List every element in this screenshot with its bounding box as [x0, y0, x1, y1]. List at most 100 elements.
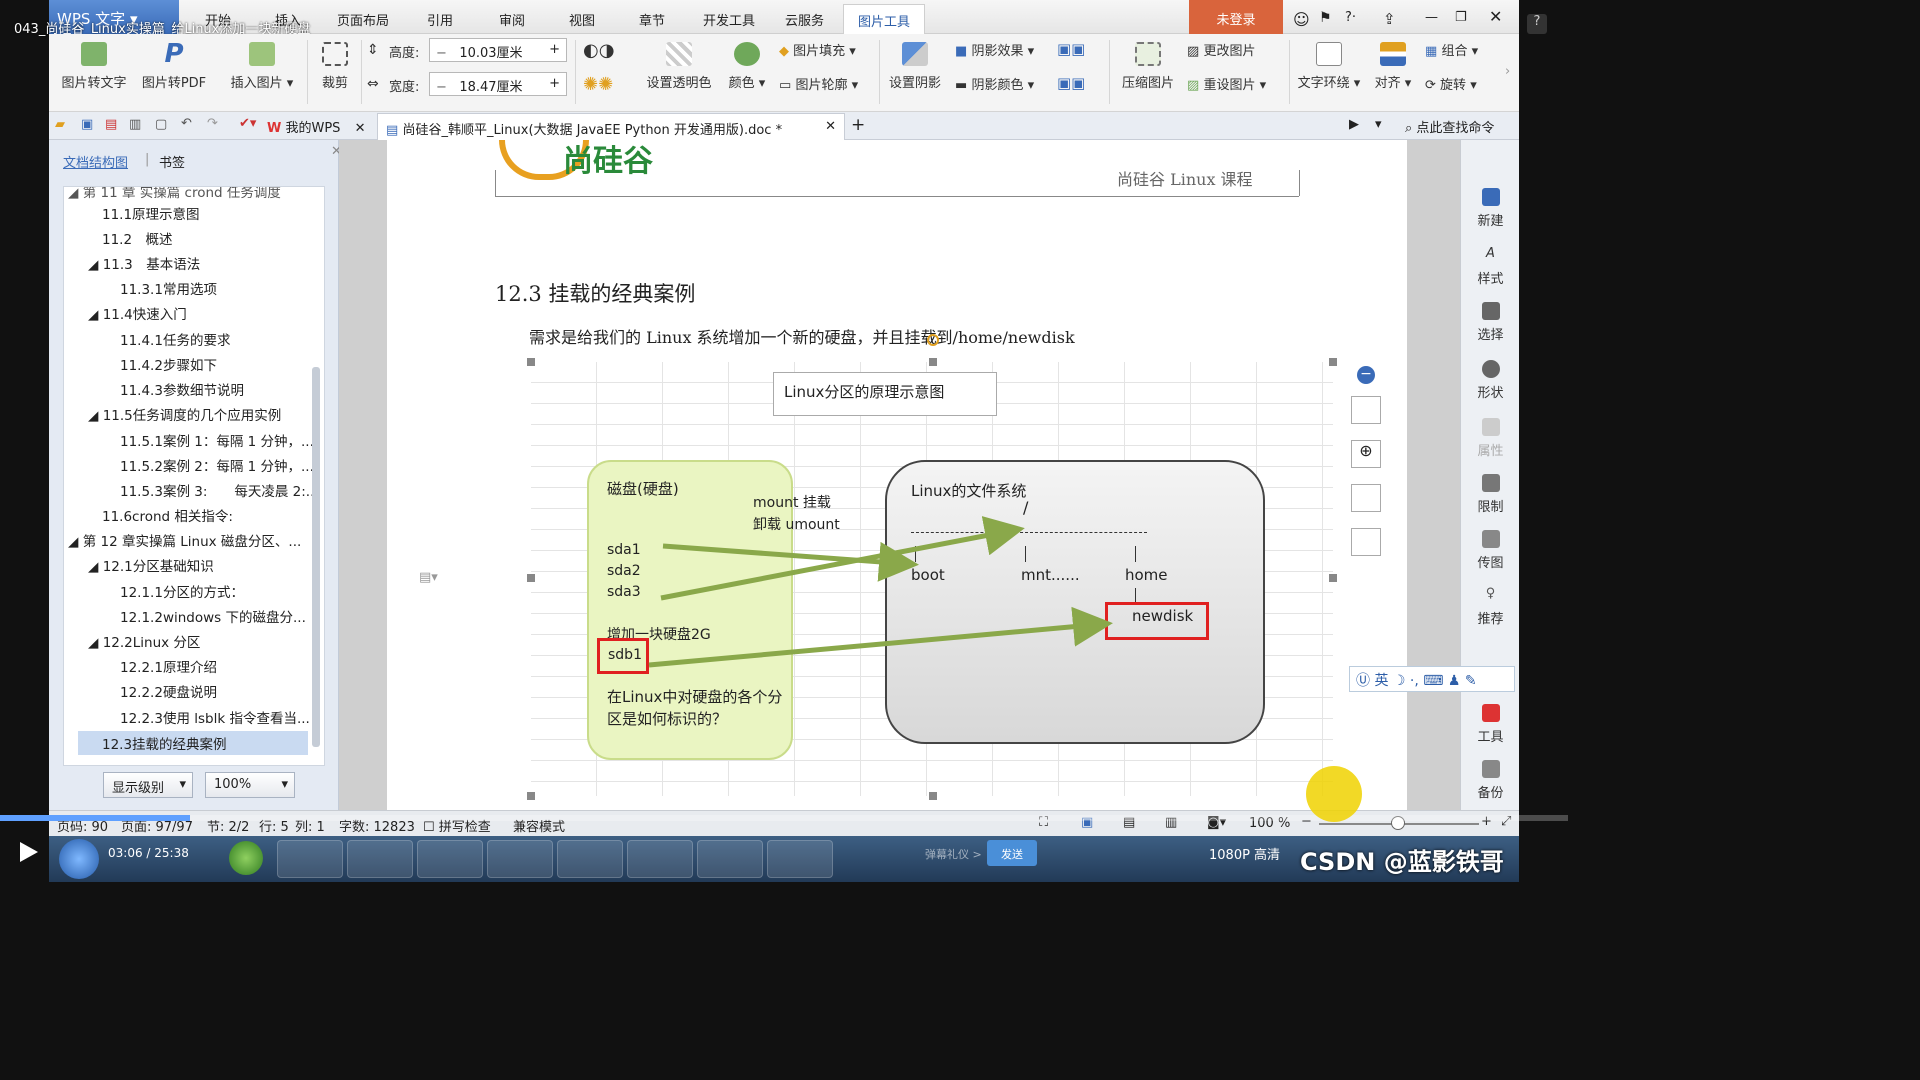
nudge-up-icon[interactable]: ▣▣	[1057, 40, 1085, 58]
ribbon-more-icon[interactable]: ›	[1505, 64, 1510, 79]
outline-item[interactable]: ◢ 12.2Linux 分区	[88, 631, 200, 651]
outline-item[interactable]: 12.2.3使用 lsblk 指令查看当...	[120, 707, 310, 727]
outline-item[interactable]: 12.2.1原理介绍	[120, 656, 217, 676]
color-button[interactable]: 颜色 ▾	[725, 42, 769, 91]
panel-restrict[interactable]: 限制	[1461, 474, 1520, 515]
picture-frame-icon[interactable]	[1351, 528, 1381, 556]
menu-devtools[interactable]: 开发工具	[703, 10, 755, 29]
input-method-bar[interactable]: Ⓤ 英 ☽ ·, ⌨ ♟ ✎	[1349, 666, 1515, 692]
panel-upload-image[interactable]: 传图	[1461, 530, 1520, 571]
chrome-icon[interactable]	[347, 840, 413, 878]
outline-item[interactable]: ◢ 11.5任务调度的几个应用实例	[88, 404, 281, 424]
zoom-in-icon[interactable]: ⊕	[1351, 440, 1381, 468]
zoom-select[interactable]: 100% ▾	[205, 772, 295, 798]
shadow-effect-button[interactable]: ■ 阴影效果 ▾	[955, 40, 1034, 59]
wps-writer-icon[interactable]	[487, 840, 553, 878]
menu-layout[interactable]: 页面布局	[337, 10, 389, 29]
preview-icon[interactable]: ▢	[155, 117, 167, 132]
menu-view[interactable]: 视图	[569, 10, 595, 29]
picture-outline-button[interactable]: ▭ 图片轮廓 ▾	[779, 74, 858, 93]
excel-icon[interactable]	[557, 840, 623, 878]
upload-icon[interactable]: ⇪	[1383, 10, 1396, 28]
start-button[interactable]	[59, 839, 99, 879]
outline-scrollbar[interactable]	[312, 367, 320, 747]
undo-icon[interactable]: ↶	[181, 116, 192, 131]
danmaku-input[interactable]: 弹幕礼仪 >	[925, 846, 982, 862]
panel-style[interactable]: A 样式	[1461, 246, 1520, 287]
tab-document-map[interactable]: 文档结构图	[63, 152, 128, 171]
menu-icon[interactable]: ▾	[1375, 117, 1382, 132]
outline-item[interactable]: ◢ 12.1分区基础知识	[88, 555, 214, 575]
group-button[interactable]: ▦ 组合 ▾	[1425, 40, 1478, 59]
outline-item[interactable]: ◢ 11.3 基本语法	[88, 253, 200, 273]
outline-item[interactable]: 11.1原理示意图	[102, 203, 200, 223]
pic-to-text-button[interactable]: 图片转文字	[59, 42, 129, 91]
outline-item[interactable]: 11.4.2步骤如下	[120, 354, 217, 374]
outline-item[interactable]: 11.2 概述	[102, 228, 173, 248]
notebook-icon[interactable]	[697, 840, 763, 878]
outline-item[interactable]: 11.6crond 相关指令:	[102, 505, 233, 525]
ie-icon[interactable]	[229, 841, 263, 875]
nudge-down-icon[interactable]: ▣▣	[1057, 74, 1085, 92]
menu-cloud[interactable]: 云服务	[785, 10, 824, 29]
send-danmaku-button[interactable]: 发送	[987, 840, 1037, 866]
outline-item[interactable]: 12.2.2硬盘说明	[120, 681, 217, 701]
crop-button[interactable]: 裁剪	[315, 42, 355, 91]
login-button[interactable]: 未登录	[1189, 0, 1283, 34]
menu-review[interactable]: 审阅	[499, 10, 525, 29]
restore-icon[interactable]: ❐	[1455, 10, 1467, 25]
menu-chapter[interactable]: 章节	[639, 10, 665, 29]
display-level-select[interactable]: 显示级别 ▾	[103, 772, 193, 798]
close-icon[interactable]: ✕	[1489, 7, 1502, 26]
rotate-handle[interactable]	[927, 334, 939, 346]
close-tab-icon[interactable]: ✕	[825, 119, 836, 134]
powerpoint-icon[interactable]	[417, 840, 483, 878]
outline-item[interactable]: 11.5.1案例 1：每隔 1 分钟，...	[120, 430, 314, 450]
tab-bookmarks[interactable]: 书签	[159, 152, 185, 171]
height-field[interactable]: − 10.03厘米 +	[429, 38, 567, 62]
open-folder-icon[interactable]: ▰	[55, 117, 65, 132]
brightness-icon[interactable]: ✺✺	[583, 74, 613, 95]
outline-item[interactable]: 11.5.2案例 2：每隔 1 分钟，...	[120, 455, 314, 475]
width-field[interactable]: − 18.47厘米 +	[429, 72, 567, 96]
insert-picture-button[interactable]: 插入图片 ▾	[225, 42, 299, 91]
play-icon[interactable]	[20, 842, 38, 862]
export-pdf-icon[interactable]: ▤	[105, 117, 117, 132]
outline-item[interactable]: 12.1.1分区的方式：	[120, 581, 244, 601]
outline-item[interactable]: 11.3.1常用选项	[120, 278, 217, 298]
reset-picture-button[interactable]: ▨ 重设图片 ▾	[1187, 74, 1266, 93]
compress-picture-button[interactable]: 压缩图片	[1117, 42, 1179, 91]
crop-tool-icon[interactable]	[1351, 484, 1381, 512]
collapse-icon[interactable]: −	[1357, 366, 1375, 384]
contrast-icon[interactable]: ◐◑	[583, 40, 614, 61]
chart-tool-icon[interactable]	[1351, 396, 1381, 424]
set-shadow-button[interactable]: 设置阴影	[885, 42, 945, 91]
outline-item[interactable]: 11.5.3案例 3: 每天凌晨 2:...	[120, 480, 319, 500]
panel-tools[interactable]: 工具	[1461, 704, 1520, 745]
outline-item[interactable]: 11.4.3参数细节说明	[120, 379, 244, 399]
pic-to-pdf-button[interactable]: P 图片转PDF	[139, 41, 209, 91]
paragraph-marker-icon[interactable]: ▤▾	[419, 570, 438, 585]
outline-item[interactable]: ◢ 11.4快速入门	[88, 303, 187, 323]
new-tab-icon[interactable]: +	[851, 115, 865, 135]
outline-item[interactable]: ◢ 第 11 章 实操篇 crond 任务调度	[68, 187, 281, 201]
skin-icon[interactable]: ☺	[1293, 10, 1310, 29]
menu-reference[interactable]: 引用	[427, 10, 453, 29]
help-overlay-icon[interactable]: ?	[1527, 14, 1547, 34]
save-icon[interactable]: ▣	[81, 117, 93, 132]
pin-icon[interactable]: ▶	[1349, 117, 1359, 132]
picture-fill-button[interactable]: ◆ 图片填充 ▾	[779, 40, 856, 59]
help-icon[interactable]: ?·	[1345, 10, 1356, 25]
print-icon[interactable]: ▥	[129, 117, 141, 132]
share-icon[interactable]: ⚑	[1319, 10, 1332, 26]
panel-recommend[interactable]: ♀ 推荐	[1461, 586, 1520, 627]
diagram-image[interactable]: Linux分区的原理示意图 磁盘(硬盘) sda1 sda2 sda3 增加一块…	[527, 334, 1337, 800]
rotate-button[interactable]: ⟳ 旋转 ▾	[1425, 74, 1477, 93]
quick-dropdown-icon[interactable]: ✔▾	[239, 116, 256, 131]
panel-shape[interactable]: 形状	[1461, 360, 1520, 401]
camera-icon[interactable]	[767, 840, 833, 878]
outline-item[interactable]: ◢ 第 12 章实操篇 Linux 磁盘分区、...	[68, 530, 301, 550]
panel-backup[interactable]: 备份	[1461, 760, 1520, 801]
menu-picture-tools[interactable]: 图片工具	[843, 4, 926, 34]
quality-selector[interactable]: 1080P 高清	[1209, 844, 1280, 863]
